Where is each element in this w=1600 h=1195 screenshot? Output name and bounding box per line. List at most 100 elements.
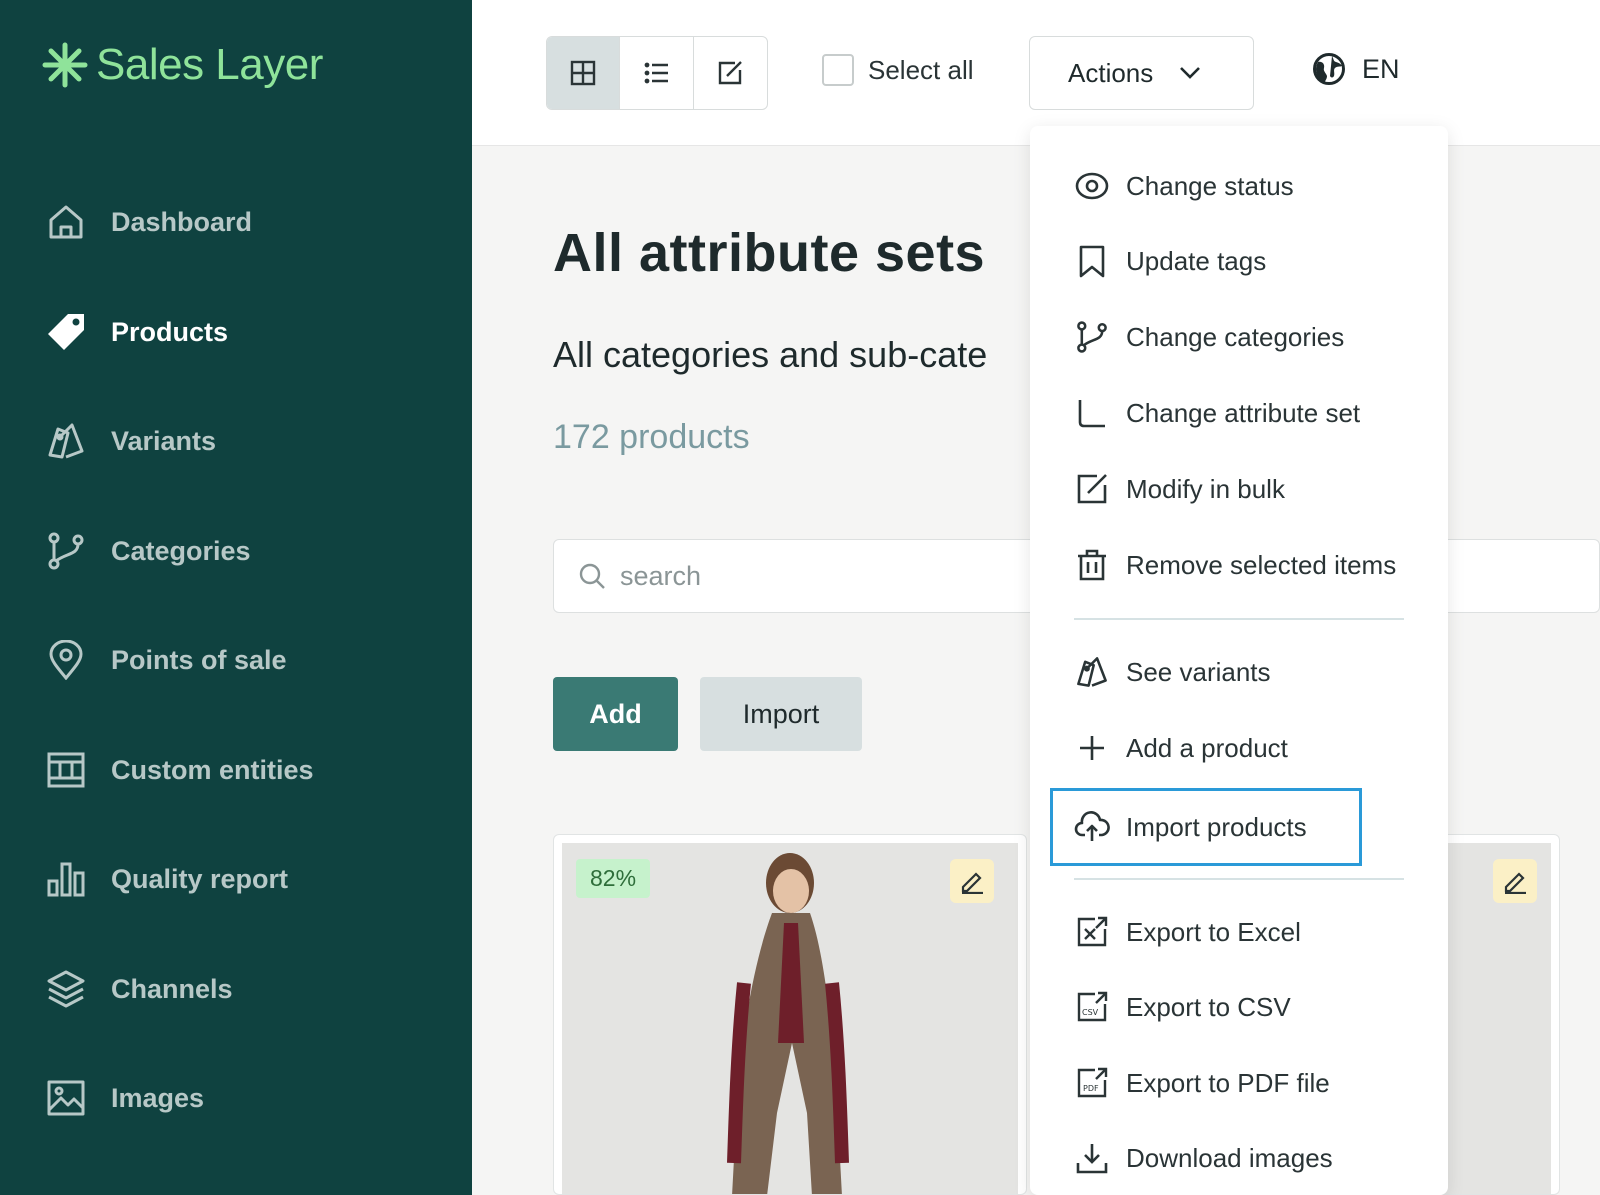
- actions-dropdown-menu: Change status Update tags Change categor…: [1030, 126, 1448, 1195]
- menu-item-label: Update tags: [1126, 245, 1267, 276]
- sidebar-item-label: Channels: [111, 973, 233, 1004]
- import-button[interactable]: Import: [700, 677, 862, 751]
- sidebar-item-categories[interactable]: Categories: [46, 526, 251, 576]
- excel-export-icon: [1074, 914, 1110, 950]
- menu-item-label: Change attribute set: [1126, 397, 1361, 428]
- tag-icon: [46, 312, 86, 352]
- branch-icon: [1074, 319, 1110, 355]
- menu-item-change-status[interactable]: Change status: [1074, 161, 1294, 211]
- sidebar-item-products[interactable]: Products: [46, 307, 228, 357]
- menu-item-label: Change categories: [1126, 321, 1345, 352]
- asterisk-logo-icon: [42, 42, 88, 88]
- select-all-checkbox[interactable]: [822, 54, 854, 86]
- bookmark-icon: [1074, 243, 1110, 279]
- view-mode-switcher: [546, 36, 768, 110]
- select-all-label: Select all: [868, 54, 974, 85]
- sidebar-item-images[interactable]: Images: [46, 1073, 204, 1123]
- edit-square-icon: [1074, 471, 1110, 507]
- quality-score-badge: 82%: [576, 859, 651, 898]
- sidebar-item-points-of-sale[interactable]: Points of sale: [46, 635, 287, 685]
- edit-view-button[interactable]: [694, 37, 767, 109]
- edit-product-button[interactable]: [950, 859, 994, 903]
- bar-chart-icon: [46, 859, 86, 899]
- eye-icon: [1074, 168, 1110, 204]
- menu-item-modify-in-bulk[interactable]: Modify in bulk: [1074, 464, 1285, 514]
- menu-item-import-products[interactable]: Import products: [1074, 802, 1307, 852]
- sales-layer-logo[interactable]: Sales Layer: [42, 40, 323, 90]
- sidebar-item-quality-report[interactable]: Quality report: [46, 854, 288, 904]
- sidebar-item-label: Quality report: [111, 863, 289, 894]
- menu-item-export-pdf[interactable]: PDF Export to PDF file: [1074, 1058, 1330, 1108]
- sidebar-item-variants[interactable]: Variants: [46, 416, 216, 466]
- menu-item-change-categories[interactable]: Change categories: [1074, 312, 1344, 362]
- sidebar-item-label: Images: [111, 1082, 205, 1113]
- table-icon: [46, 750, 86, 790]
- chevron-down-icon: [1180, 67, 1201, 79]
- product-count: 172 products: [553, 418, 750, 456]
- menu-item-see-variants[interactable]: See variants: [1074, 647, 1271, 697]
- language-code: EN: [1362, 53, 1400, 84]
- list-icon: [644, 62, 668, 84]
- menu-divider: [1074, 878, 1404, 880]
- menu-divider: [1074, 618, 1404, 620]
- menu-item-export-excel[interactable]: Export to Excel: [1074, 907, 1301, 957]
- logo-text: Sales Layer: [96, 40, 323, 89]
- csv-export-icon: CSV: [1074, 989, 1110, 1025]
- grid-icon: [570, 60, 596, 86]
- menu-item-label: Download images: [1126, 1142, 1333, 1173]
- svg-text:CSV: CSV: [1082, 1008, 1099, 1017]
- menu-item-label: Export to Excel: [1126, 916, 1301, 947]
- sidebar-item-custom-entities[interactable]: Custom entities: [46, 745, 314, 795]
- sidebar-item-label: Dashboard: [111, 206, 253, 237]
- branch-icon: [46, 531, 86, 571]
- search-icon: [579, 563, 605, 589]
- home-icon: [46, 202, 86, 242]
- menu-item-label: Remove selected items: [1126, 549, 1397, 580]
- sidebar-item-dashboard[interactable]: Dashboard: [46, 197, 252, 247]
- location-pin-icon: [46, 640, 86, 680]
- actions-dropdown-button[interactable]: Actions: [1029, 36, 1254, 110]
- sidebar-item-channels[interactable]: Channels: [46, 964, 233, 1014]
- layers-icon: [46, 969, 86, 1009]
- page-subtitle: All categories and sub-cate: [553, 334, 988, 375]
- corner-icon: [1074, 395, 1110, 431]
- sidebar-item-label: Variants: [111, 425, 217, 456]
- page-title: All attribute sets: [553, 223, 986, 283]
- sidebar-item-label: Categories: [111, 535, 251, 566]
- select-all-toggle[interactable]: Select all: [822, 54, 974, 86]
- menu-item-label: Export to PDF file: [1126, 1067, 1330, 1098]
- cloud-upload-icon: [1074, 809, 1110, 845]
- svg-text:PDF: PDF: [1083, 1084, 1099, 1093]
- product-card[interactable]: 82%: [553, 834, 1027, 1195]
- list-view-button[interactable]: [620, 37, 694, 109]
- sidebar: Sales Layer Dashboard Products Variants …: [0, 0, 472, 1195]
- menu-item-label: Modify in bulk: [1126, 473, 1285, 504]
- globe-icon: [1313, 53, 1345, 85]
- menu-item-update-tags[interactable]: Update tags: [1074, 236, 1266, 286]
- menu-item-label: See variants: [1126, 656, 1271, 687]
- plus-icon: [1074, 730, 1110, 766]
- menu-item-add-product[interactable]: Add a product: [1074, 723, 1288, 773]
- menu-item-remove-selected[interactable]: Remove selected items: [1074, 540, 1396, 590]
- grid-view-button[interactable]: [547, 37, 621, 109]
- edit-square-icon: [719, 61, 743, 85]
- trash-icon: [1074, 547, 1110, 583]
- pdf-export-icon: PDF: [1074, 1065, 1110, 1101]
- pencil-icon: [961, 872, 983, 894]
- menu-item-export-csv[interactable]: CSV Export to CSV: [1074, 982, 1291, 1032]
- pencil-icon: [1504, 872, 1526, 894]
- download-icon: [1074, 1140, 1110, 1176]
- menu-item-label: Add a product: [1126, 732, 1288, 763]
- menu-item-label: Import products: [1126, 811, 1307, 842]
- menu-item-label: Export to CSV: [1126, 991, 1291, 1022]
- top-toolbar: Select all Actions EN: [472, 0, 1600, 146]
- edit-product-button[interactable]: [1493, 859, 1537, 903]
- menu-item-label: Change status: [1126, 170, 1294, 201]
- language-selector[interactable]: EN: [1312, 52, 1400, 86]
- add-button[interactable]: Add: [553, 677, 678, 751]
- variants-icon: [46, 421, 86, 461]
- menu-item-download-images[interactable]: Download images: [1074, 1133, 1333, 1183]
- menu-item-change-attribute-set[interactable]: Change attribute set: [1074, 388, 1360, 438]
- sidebar-item-label: Points of sale: [111, 644, 287, 675]
- image-icon: [46, 1078, 86, 1118]
